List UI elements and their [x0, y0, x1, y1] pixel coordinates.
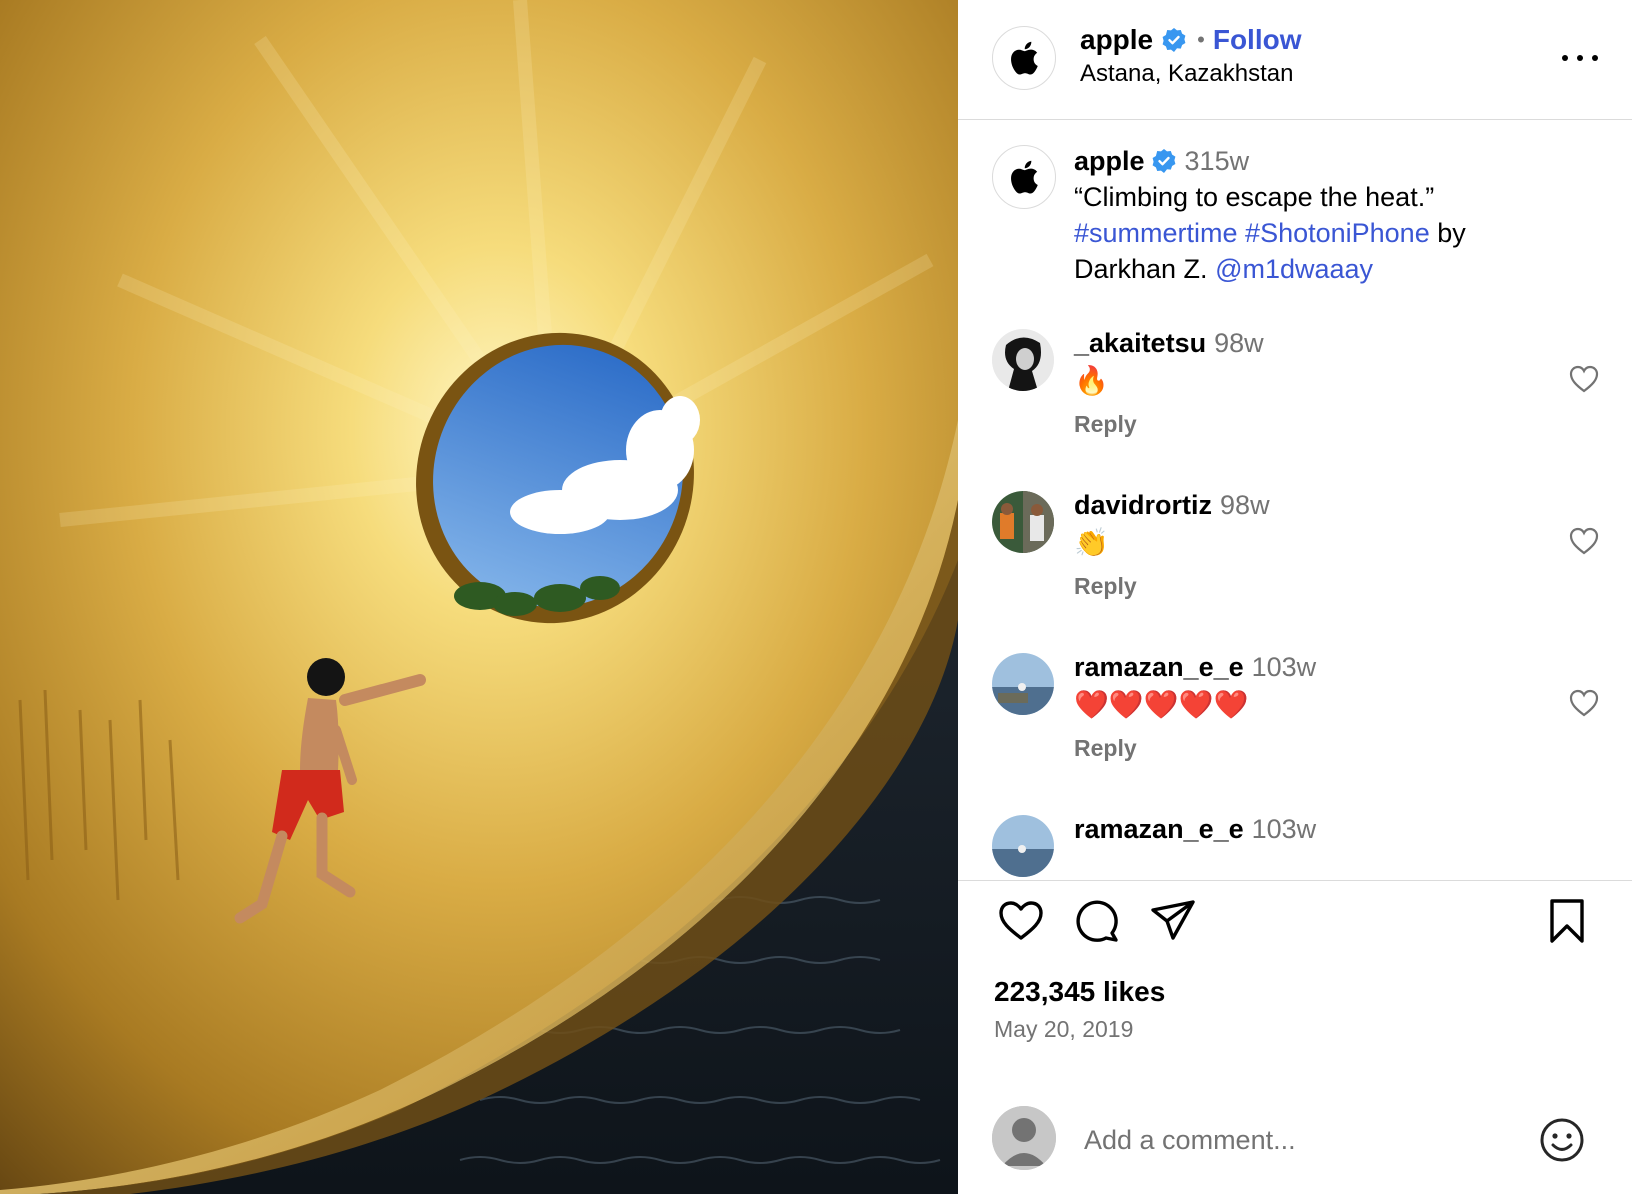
- author-username[interactable]: apple: [1080, 24, 1153, 56]
- reply-button[interactable]: Reply: [1074, 735, 1137, 762]
- verified-badge-icon: [1152, 149, 1175, 173]
- commenter-avatar[interactable]: [992, 329, 1054, 391]
- share-paper-plane-icon[interactable]: [1148, 896, 1198, 946]
- commenter-avatar[interactable]: [992, 491, 1054, 553]
- hashtag-shotoniphone[interactable]: #ShotoniPhone: [1245, 218, 1430, 248]
- post-header: apple • Follow Astana, Kazakhstan: [958, 0, 1632, 120]
- commenter-username[interactable]: ramazan_e_e: [1074, 814, 1244, 844]
- add-comment-input[interactable]: [1084, 1120, 1504, 1160]
- hashtag-summertime[interactable]: #summertime: [1074, 218, 1238, 248]
- save-bookmark-icon[interactable]: [1542, 896, 1592, 946]
- caption-username[interactable]: apple: [1074, 146, 1145, 176]
- comment-timestamp: 103w: [1251, 814, 1317, 844]
- comment-header: ramazan_e_e 103w: [1074, 649, 1316, 685]
- ellipsis-dot: [1592, 55, 1598, 61]
- commenter-avatar[interactable]: [992, 653, 1054, 715]
- comments-list[interactable]: apple 315w “Climbing to escape the heat.…: [958, 121, 1632, 881]
- commenter-avatar-image: [992, 491, 1054, 553]
- commenter-avatar[interactable]: [992, 815, 1054, 877]
- post-photo-illustration: [0, 0, 958, 1194]
- comment-item: ramazan_e_e 103w: [958, 811, 1632, 880]
- commenter-avatar-image: [992, 815, 1054, 877]
- comment-like-heart-icon[interactable]: [1568, 363, 1600, 395]
- add-comment-row: [958, 1086, 1632, 1194]
- comment-text: 🔥: [1074, 365, 1109, 396]
- default-user-icon: [992, 1106, 1056, 1170]
- like-heart-icon[interactable]: [996, 896, 1046, 946]
- comment-header: _akaitetsu 98w: [1074, 325, 1264, 361]
- post-action-bar: [958, 896, 1632, 956]
- comment-like-heart-icon[interactable]: [1568, 525, 1600, 557]
- separator-dot: •: [1197, 27, 1205, 52]
- caption-timestamp: 315w: [1184, 146, 1250, 176]
- reply-button[interactable]: Reply: [1074, 573, 1137, 600]
- mention-link[interactable]: @m1dwaaay: [1215, 254, 1373, 284]
- ellipsis-dot: [1577, 55, 1583, 61]
- commenter-username[interactable]: _akaitetsu: [1074, 328, 1206, 358]
- comment-timestamp: 98w: [1214, 328, 1264, 358]
- commenter-username[interactable]: ramazan_e_e: [1074, 652, 1244, 682]
- likes-count[interactable]: 223,345 likes: [994, 976, 1165, 1008]
- author-avatar[interactable]: [992, 26, 1056, 90]
- current-user-avatar: [992, 1106, 1056, 1170]
- caption-author-avatar[interactable]: [992, 145, 1056, 209]
- apple-logo-icon: [1011, 160, 1038, 194]
- comment-item: _akaitetsu 98w 🔥 Reply: [958, 325, 1632, 485]
- comment-text: 👏: [1074, 527, 1109, 558]
- comment-timestamp: 98w: [1220, 490, 1270, 520]
- reply-button[interactable]: Reply: [1074, 411, 1137, 438]
- post-date: May 20, 2019: [994, 1016, 1134, 1042]
- caption-text: “Climbing to escape the heat.”: [1074, 182, 1435, 212]
- emoji-smiley-icon[interactable]: [1538, 1116, 1586, 1164]
- comment-header: davidrortiz 98w: [1074, 487, 1270, 523]
- header-user-row: apple • Follow: [1080, 24, 1302, 56]
- commenter-avatar-image: [992, 653, 1054, 715]
- comment-bubble-icon[interactable]: [1072, 896, 1122, 946]
- post-caption: apple 315w “Climbing to escape the heat.…: [1074, 143, 1594, 287]
- caption-by: by: [1437, 218, 1466, 248]
- caption-credit: Darkhan Z.: [1074, 254, 1208, 284]
- more-options-button[interactable]: [1562, 40, 1598, 76]
- ellipsis-dot: [1562, 55, 1568, 61]
- comment-timestamp: 103w: [1251, 652, 1317, 682]
- comment-item: davidrortiz 98w 👏 Reply: [958, 487, 1632, 647]
- verified-badge-icon: [1162, 28, 1186, 52]
- commenter-username[interactable]: davidrortiz: [1074, 490, 1212, 520]
- post-photo[interactable]: [0, 0, 958, 1194]
- post-location[interactable]: Astana, Kazakhstan: [1080, 60, 1293, 88]
- follow-button[interactable]: Follow: [1213, 24, 1302, 56]
- comment-text: ❤️❤️❤️❤️❤️: [1074, 689, 1249, 720]
- commenter-avatar-image: [992, 329, 1054, 391]
- post-details-panel: apple • Follow Astana, Kazakhstan apple …: [958, 0, 1632, 1194]
- comment-header: ramazan_e_e 103w: [1074, 811, 1316, 847]
- apple-logo-icon: [1011, 41, 1038, 75]
- comment-like-heart-icon[interactable]: [1568, 687, 1600, 719]
- comment-item: ramazan_e_e 103w ❤️❤️❤️❤️❤️ Reply: [958, 649, 1632, 809]
